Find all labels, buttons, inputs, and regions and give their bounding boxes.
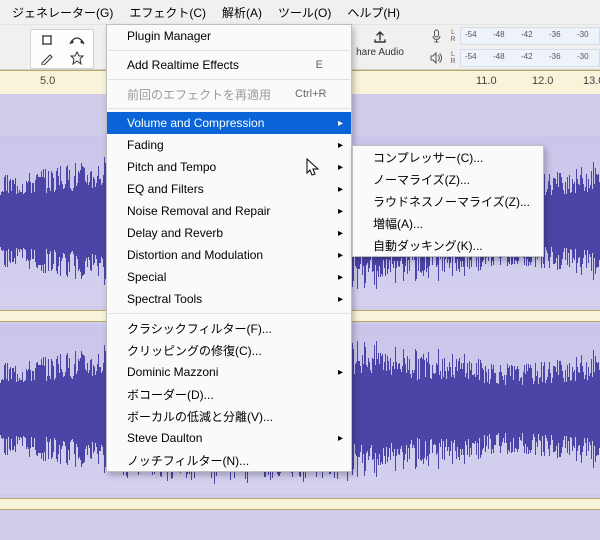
tool-palette: [30, 29, 94, 69]
chevron-right-icon: ▸: [338, 433, 343, 444]
chevron-right-icon: ▸: [338, 206, 343, 217]
ruler-tick: 12.0: [532, 75, 553, 87]
menu-item[interactable]: Plugin Manager: [107, 25, 351, 47]
track-divider: [0, 498, 600, 510]
volume-compression-submenu: コンプレッサー(C)...ノーマライズ(Z)...ラウドネスノーマライズ(Z).…: [352, 145, 544, 257]
menu-item[interactable]: EQ and Filters▸: [107, 178, 351, 200]
menu-item[interactable]: Noise Removal and Repair▸: [107, 200, 351, 222]
chevron-right-icon: ▸: [338, 250, 343, 261]
menubar: ジェネレーター(G) エフェクト(C) 解析(A) ツール(O) ヘルプ(H): [0, 0, 600, 25]
chevron-right-icon: ▸: [338, 272, 343, 283]
menu-item[interactable]: ノーマライズ(Z)...: [353, 168, 543, 190]
playback-meter[interactable]: -54 -48 -42 -36 -30: [460, 49, 600, 67]
chevron-right-icon: ▸: [338, 294, 343, 305]
menu-item[interactable]: Spectral Tools▸: [107, 288, 351, 310]
menu-item[interactable]: クリッピングの修復(C)...: [107, 339, 351, 361]
menu-item[interactable]: ラウドネスノーマライズ(Z)...: [353, 190, 543, 212]
menu-item[interactable]: Delay and Reverb▸: [107, 222, 351, 244]
menu-item[interactable]: Steve Daulton▸: [107, 427, 351, 449]
menu-item[interactable]: Dominic Mazzoni▸: [107, 361, 351, 383]
menu-generator[interactable]: ジェネレーター(G): [4, 1, 121, 24]
chevron-right-icon: ▸: [338, 228, 343, 239]
menu-item[interactable]: ボコーダー(D)...: [107, 383, 351, 405]
share-audio-button[interactable]: hare Audio: [350, 27, 410, 67]
menu-item[interactable]: Volume and Compression▸: [107, 112, 351, 134]
chevron-right-icon: ▸: [338, 140, 343, 151]
menu-item[interactable]: Fading▸: [107, 134, 351, 156]
menu-item[interactable]: Distortion and Modulation▸: [107, 244, 351, 266]
menu-item[interactable]: コンプレッサー(C)...: [353, 146, 543, 168]
multi-tool-icon[interactable]: [63, 49, 91, 67]
chevron-right-icon: ▸: [338, 367, 343, 378]
menu-item[interactable]: ボーカルの低減と分離(V)...: [107, 405, 351, 427]
menu-analyze[interactable]: 解析(A): [214, 1, 270, 24]
share-label: hare Audio: [350, 47, 410, 58]
menu-effect[interactable]: エフェクト(C): [121, 1, 214, 24]
chevron-right-icon: ▸: [338, 118, 343, 129]
chevron-right-icon: ▸: [338, 184, 343, 195]
menu-item[interactable]: Add Realtime EffectsE: [107, 54, 351, 76]
selection-tool-icon[interactable]: [33, 31, 61, 49]
microphone-icon[interactable]: [426, 29, 446, 44]
menu-item[interactable]: 増幅(A)...: [353, 212, 543, 234]
menu-item[interactable]: Pitch and Tempo▸: [107, 156, 351, 178]
menu-item[interactable]: 前回のエフェクトを再適用Ctrl+R: [107, 83, 351, 105]
menu-item[interactable]: ノッチフィルター(N)...: [107, 449, 351, 471]
menu-item[interactable]: クラシックフィルター(F)...: [107, 317, 351, 339]
chevron-right-icon: ▸: [338, 162, 343, 173]
meter-lr-labels: LR: [446, 29, 460, 43]
menu-item[interactable]: 自動ダッキング(K)...: [353, 234, 543, 256]
ruler-tick: 11.0: [476, 75, 497, 87]
menu-item[interactable]: Special▸: [107, 266, 351, 288]
ruler-tick: 13.0: [583, 75, 600, 87]
effect-menu: Plugin Manager Add Realtime EffectsE 前回のエフ…: [106, 24, 352, 472]
ruler-tick: 5.0: [40, 75, 55, 87]
record-meter[interactable]: -54 -48 -42 -36 -30: [460, 27, 600, 45]
speaker-icon[interactable]: [426, 51, 446, 65]
meter-lr-labels: LR: [446, 51, 460, 65]
draw-tool-icon[interactable]: [33, 49, 61, 67]
envelope-tool-icon[interactable]: [63, 31, 91, 49]
menu-tools[interactable]: ツール(O): [270, 1, 339, 24]
meters: LR -54 -48 -42 -36 -30 LR -54 -48 -42 -3…: [426, 25, 600, 69]
menu-help[interactable]: ヘルプ(H): [339, 1, 408, 24]
share-icon: [350, 27, 410, 47]
